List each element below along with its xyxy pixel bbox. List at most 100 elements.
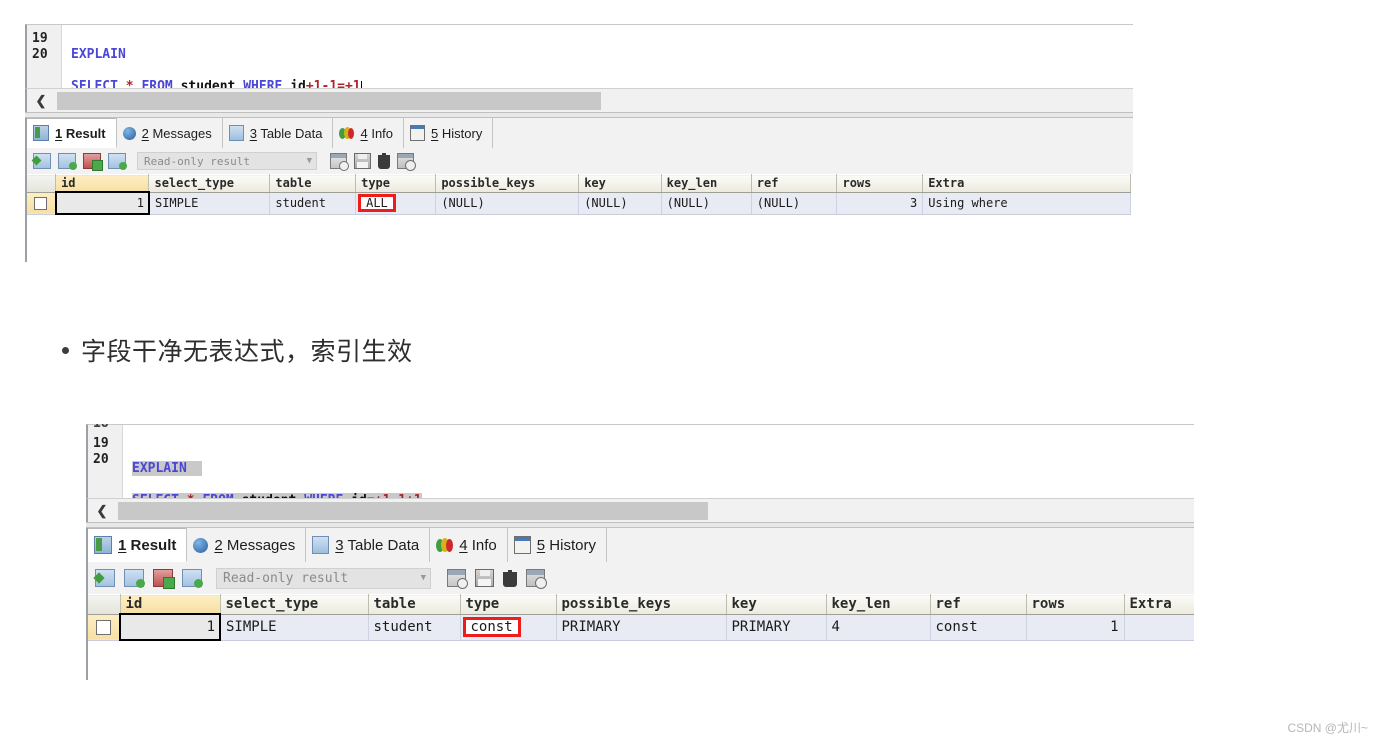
tab-history[interactable]: 5 History	[404, 118, 494, 148]
scroll-left-icon[interactable]: ❮	[27, 89, 55, 113]
copy-row-icon[interactable]	[83, 153, 103, 171]
row-checkbox[interactable]	[96, 619, 111, 635]
result-tabstrip-1[interactable]: 1 Result 2 Messages 3 Table Data 4 Info …	[25, 118, 1133, 149]
export-recordset-icon[interactable]	[447, 569, 468, 589]
editor-line-gutter-2: 18 19 20	[88, 424, 123, 499]
cell-table[interactable]: student	[269, 192, 357, 215]
cell-extra[interactable]: Using where	[922, 192, 1131, 215]
cell-possible_keys[interactable]: PRIMARY	[556, 614, 727, 641]
tab-messages[interactable]: 2 Messages	[187, 528, 307, 562]
tab-label-table-data: 3 Table Data	[250, 126, 323, 141]
insert-row-icon[interactable]	[31, 153, 51, 169]
col-header-extra[interactable]: Extra	[922, 174, 1131, 193]
copy-row-icon[interactable]	[153, 569, 175, 589]
cell-type[interactable]: ALL	[355, 192, 437, 215]
cell-key[interactable]: PRIMARY	[726, 614, 827, 641]
scroll-left-icon[interactable]: ❮	[88, 499, 116, 523]
tab-info[interactable]: 4 Info	[333, 118, 405, 148]
chevron-down-icon[interactable]: ▼	[421, 573, 426, 583]
cell-id[interactable]: 1	[119, 613, 221, 641]
tab-table-data[interactable]: 3 Table Data	[223, 118, 334, 148]
refresh-icon[interactable]	[526, 569, 547, 589]
explain-results-grid-2[interactable]: id select_type table type possible_keys …	[86, 594, 1194, 680]
col-header-possible_keys[interactable]: possible_keys	[556, 594, 727, 615]
row-checkbox[interactable]	[34, 197, 48, 210]
result-mode-select[interactable]: Read-only result ▼	[137, 152, 317, 170]
row-select-cell[interactable]	[27, 192, 57, 215]
explain-results-grid-1[interactable]: id select_type table type possible_keys …	[25, 174, 1133, 262]
col-header-select_type[interactable]: select_type	[148, 174, 271, 193]
cell-key_len[interactable]: 4	[826, 614, 931, 641]
col-header-type[interactable]: type	[355, 174, 437, 193]
col-header-table[interactable]: table	[269, 174, 357, 193]
cell-type[interactable]: const	[460, 614, 557, 641]
col-header-extra[interactable]: Extra	[1124, 594, 1194, 615]
col-header-possible_keys[interactable]: possible_keys	[435, 174, 580, 193]
table-row[interactable]: 1 SIMPLE student ALL (NULL) (NULL) (NULL…	[27, 191, 1131, 215]
cell-key[interactable]: (NULL)	[578, 192, 662, 215]
tab-result[interactable]: 1 Result	[27, 118, 117, 148]
row-select-cell[interactable]	[88, 614, 121, 641]
col-header-key_len[interactable]: key_len	[826, 594, 931, 615]
result-tabstrip-2[interactable]: 1 Result 2 Messages 3 Table Data 4 Info …	[86, 528, 1194, 563]
tab-history[interactable]: 5 History	[508, 528, 607, 562]
col-header-id[interactable]: id	[120, 594, 221, 615]
insert-row-icon[interactable]	[93, 569, 115, 587]
sql-editor-2[interactable]: 18 19 20 EXPLAIN SELECT * FROM student W…	[86, 424, 1194, 508]
grid-toolbar-1[interactable]: Read-only result ▼	[25, 148, 1133, 174]
save-icon[interactable]	[354, 153, 371, 169]
paste-row-icon[interactable]	[182, 569, 203, 588]
tab-result[interactable]: 1 Result	[88, 528, 188, 562]
duplicate-row-icon[interactable]	[124, 569, 145, 588]
cell-select_type[interactable]: SIMPLE	[220, 614, 369, 641]
cell-id[interactable]: 1	[54, 191, 150, 215]
table-row[interactable]: 1 SIMPLE student const PRIMARY PRIMARY 4…	[88, 613, 1194, 641]
col-header-ref[interactable]: ref	[751, 174, 838, 193]
sql-editor-1[interactable]: 19 20 EXPLAIN SELECT * FROM student WHER…	[25, 24, 1133, 94]
col-header-type[interactable]: type	[460, 594, 557, 615]
line-number: 19	[93, 436, 109, 451]
grid-toolbar-2[interactable]: Read-only result ▼	[86, 562, 1194, 594]
col-header-rows[interactable]: rows	[836, 174, 924, 193]
col-header-rows[interactable]: rows	[1026, 594, 1125, 615]
cell-possible_keys[interactable]: (NULL)	[435, 192, 580, 215]
duplicate-row-icon[interactable]	[58, 153, 77, 170]
tab-text: History	[441, 125, 483, 141]
cell-ref[interactable]: (NULL)	[751, 192, 838, 215]
delete-icon[interactable]	[503, 569, 517, 587]
tab-info[interactable]: 4 Info	[430, 528, 508, 562]
scrollbar-thumb[interactable]	[118, 502, 708, 520]
export-recordset-icon[interactable]	[330, 153, 349, 171]
col-header-table[interactable]: table	[368, 594, 461, 615]
sql-keyword-explain: EXPLAIN	[71, 47, 126, 62]
editor-hscrollbar-1[interactable]: ❮	[25, 88, 1133, 113]
col-header-id[interactable]: id	[55, 174, 150, 193]
save-icon[interactable]	[475, 569, 494, 587]
cell-rows[interactable]: 1	[1026, 614, 1125, 641]
col-header-select_type[interactable]: select_type	[220, 594, 369, 615]
tab-messages[interactable]: 2 Messages	[117, 118, 223, 148]
cell-key_len[interactable]: (NULL)	[661, 192, 752, 215]
tab-text: History	[549, 536, 596, 554]
cell-table[interactable]: student	[368, 614, 461, 641]
scrollbar-thumb[interactable]	[57, 92, 601, 110]
result-grid-icon	[33, 125, 49, 141]
refresh-icon[interactable]	[397, 153, 416, 171]
col-header-key[interactable]: key	[726, 594, 827, 615]
tab-accel-key: 5	[431, 125, 439, 141]
tab-label-result: 1 Result	[118, 537, 176, 554]
cell-extra[interactable]	[1124, 614, 1194, 641]
cell-ref[interactable]: const	[930, 614, 1027, 641]
chevron-down-icon[interactable]: ▼	[307, 156, 312, 166]
col-header-ref[interactable]: ref	[930, 594, 1027, 615]
result-mode-value: Read-only result	[144, 154, 250, 168]
delete-icon[interactable]	[378, 152, 390, 169]
editor-hscrollbar-2[interactable]: ❮	[86, 498, 1194, 523]
paste-row-icon[interactable]	[108, 153, 127, 170]
cell-rows[interactable]: 3	[836, 192, 924, 215]
cell-select_type[interactable]: SIMPLE	[148, 192, 271, 215]
result-mode-select[interactable]: Read-only result ▼	[216, 567, 431, 589]
col-header-key[interactable]: key	[578, 174, 662, 193]
col-header-key_len[interactable]: key_len	[661, 174, 752, 193]
tab-table-data[interactable]: 3 Table Data	[306, 528, 431, 562]
